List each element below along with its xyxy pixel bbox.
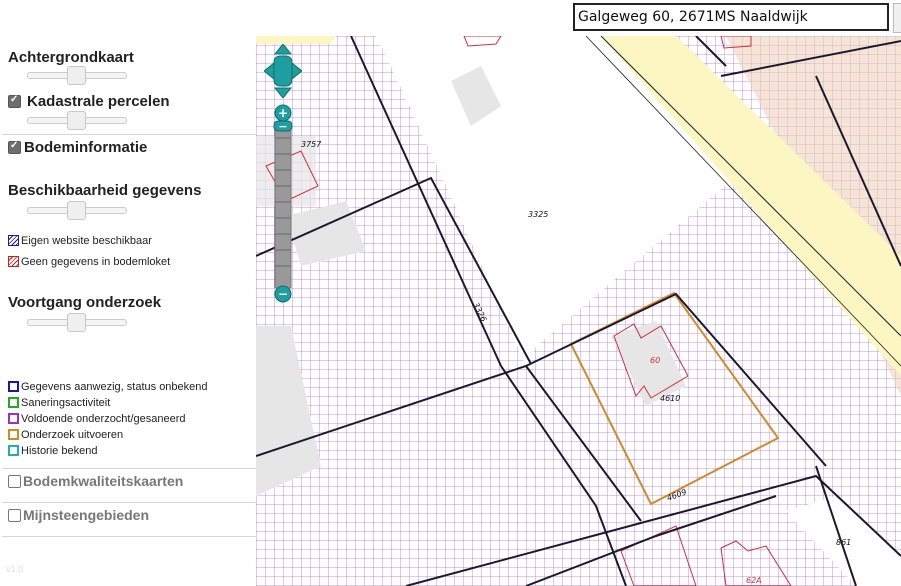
divider	[2, 536, 256, 537]
legend-onderzoek-uitvoeren: Onderzoek uitvoeren	[8, 429, 123, 441]
version-label: v1.0	[6, 564, 24, 574]
achtergrondkaart-title: Achtergrondkaart	[8, 49, 134, 66]
legend-gegevens-aanwezig: Gegevens aanwezig, status onbekend	[8, 381, 208, 393]
kadastrale-opacity-slider[interactable]	[27, 111, 127, 130]
svg-text:−: −	[278, 120, 287, 133]
legend-voldoende-onderzocht: Voldoende onderzocht/gesaneerd	[8, 413, 186, 425]
pan-control	[263, 43, 303, 99]
search-side-button[interactable]	[893, 3, 901, 33]
kadastrale-checkbox[interactable]	[8, 94, 21, 108]
legend-swatch	[8, 429, 19, 440]
zoom-control: + − −	[272, 104, 294, 304]
legend-saneringsactiviteit: Saneringsactiviteit	[8, 397, 110, 409]
divider	[2, 134, 256, 135]
legend-historie-bekend: Historie bekend	[8, 445, 97, 457]
bodemkwaliteitskaarten-checkbox[interactable]	[8, 475, 21, 488]
slider-handle[interactable]	[67, 66, 86, 85]
slider-handle[interactable]	[67, 313, 86, 332]
mijnsteengebieden-checkbox[interactable]	[8, 509, 21, 522]
bodeminformatie-checkbox[interactable]	[8, 140, 21, 154]
divider	[2, 502, 256, 503]
pan-right-icon[interactable]	[291, 61, 303, 81]
voortgang-opacity-slider[interactable]	[27, 313, 127, 332]
pan-down-icon[interactable]	[273, 87, 293, 99]
legend-swatch	[8, 413, 19, 424]
label-60: 60	[650, 356, 660, 365]
pan-center[interactable]	[273, 55, 293, 87]
pan-up-icon[interactable]	[273, 43, 293, 55]
achtergrondkaart-opacity-slider[interactable]	[27, 66, 127, 85]
legend-swatch	[8, 235, 19, 246]
label-4610: 4610	[660, 394, 680, 403]
bodeminformatie-title: Bodeminformatie	[24, 139, 148, 156]
beschikbaarheid-opacity-slider[interactable]	[27, 201, 127, 220]
legend-swatch	[8, 256, 19, 267]
zoom-track[interactable]	[274, 121, 292, 289]
map-view[interactable]: 3757 3325 3326 60 4610 4609 861 62A	[256, 36, 901, 586]
map-canvas[interactable]: 3757 3325 3326 60 4610 4609 861 62A	[256, 36, 901, 586]
legend-swatch	[8, 445, 19, 456]
label-3757: 3757	[301, 140, 322, 149]
label-861: 861	[836, 538, 851, 547]
legend-eigen-website: Eigen website beschikbaar	[8, 235, 152, 247]
mijnsteengebieden-title: Mijnsteengebieden	[23, 507, 150, 523]
svg-text:−: −	[278, 287, 288, 301]
layer-sidebar: Achtergrondkaart Kadastrale percelen Bod…	[0, 0, 256, 586]
slider-handle[interactable]	[67, 111, 86, 130]
bodemkwaliteitskaarten-title: Bodemkwaliteitskaarten	[23, 473, 184, 489]
legend-geen-gegevens: Geen gegevens in bodemloket	[8, 256, 170, 268]
legend-swatch	[8, 381, 19, 392]
voortgang-title: Voortgang onderzoek	[8, 294, 162, 311]
legend-swatch	[8, 397, 19, 408]
address-search-input[interactable]	[573, 3, 889, 31]
label-62a: 62A	[746, 576, 762, 585]
pan-left-icon[interactable]	[263, 61, 275, 81]
divider	[2, 468, 256, 469]
svg-text:+: +	[278, 106, 288, 120]
beschikbaarheid-title: Beschikbaarheid gegevens	[8, 182, 202, 199]
kadastrale-title: Kadastrale percelen	[27, 93, 170, 110]
road	[256, 36, 336, 44]
label-3325: 3325	[528, 210, 548, 219]
slider-handle[interactable]	[67, 201, 86, 220]
